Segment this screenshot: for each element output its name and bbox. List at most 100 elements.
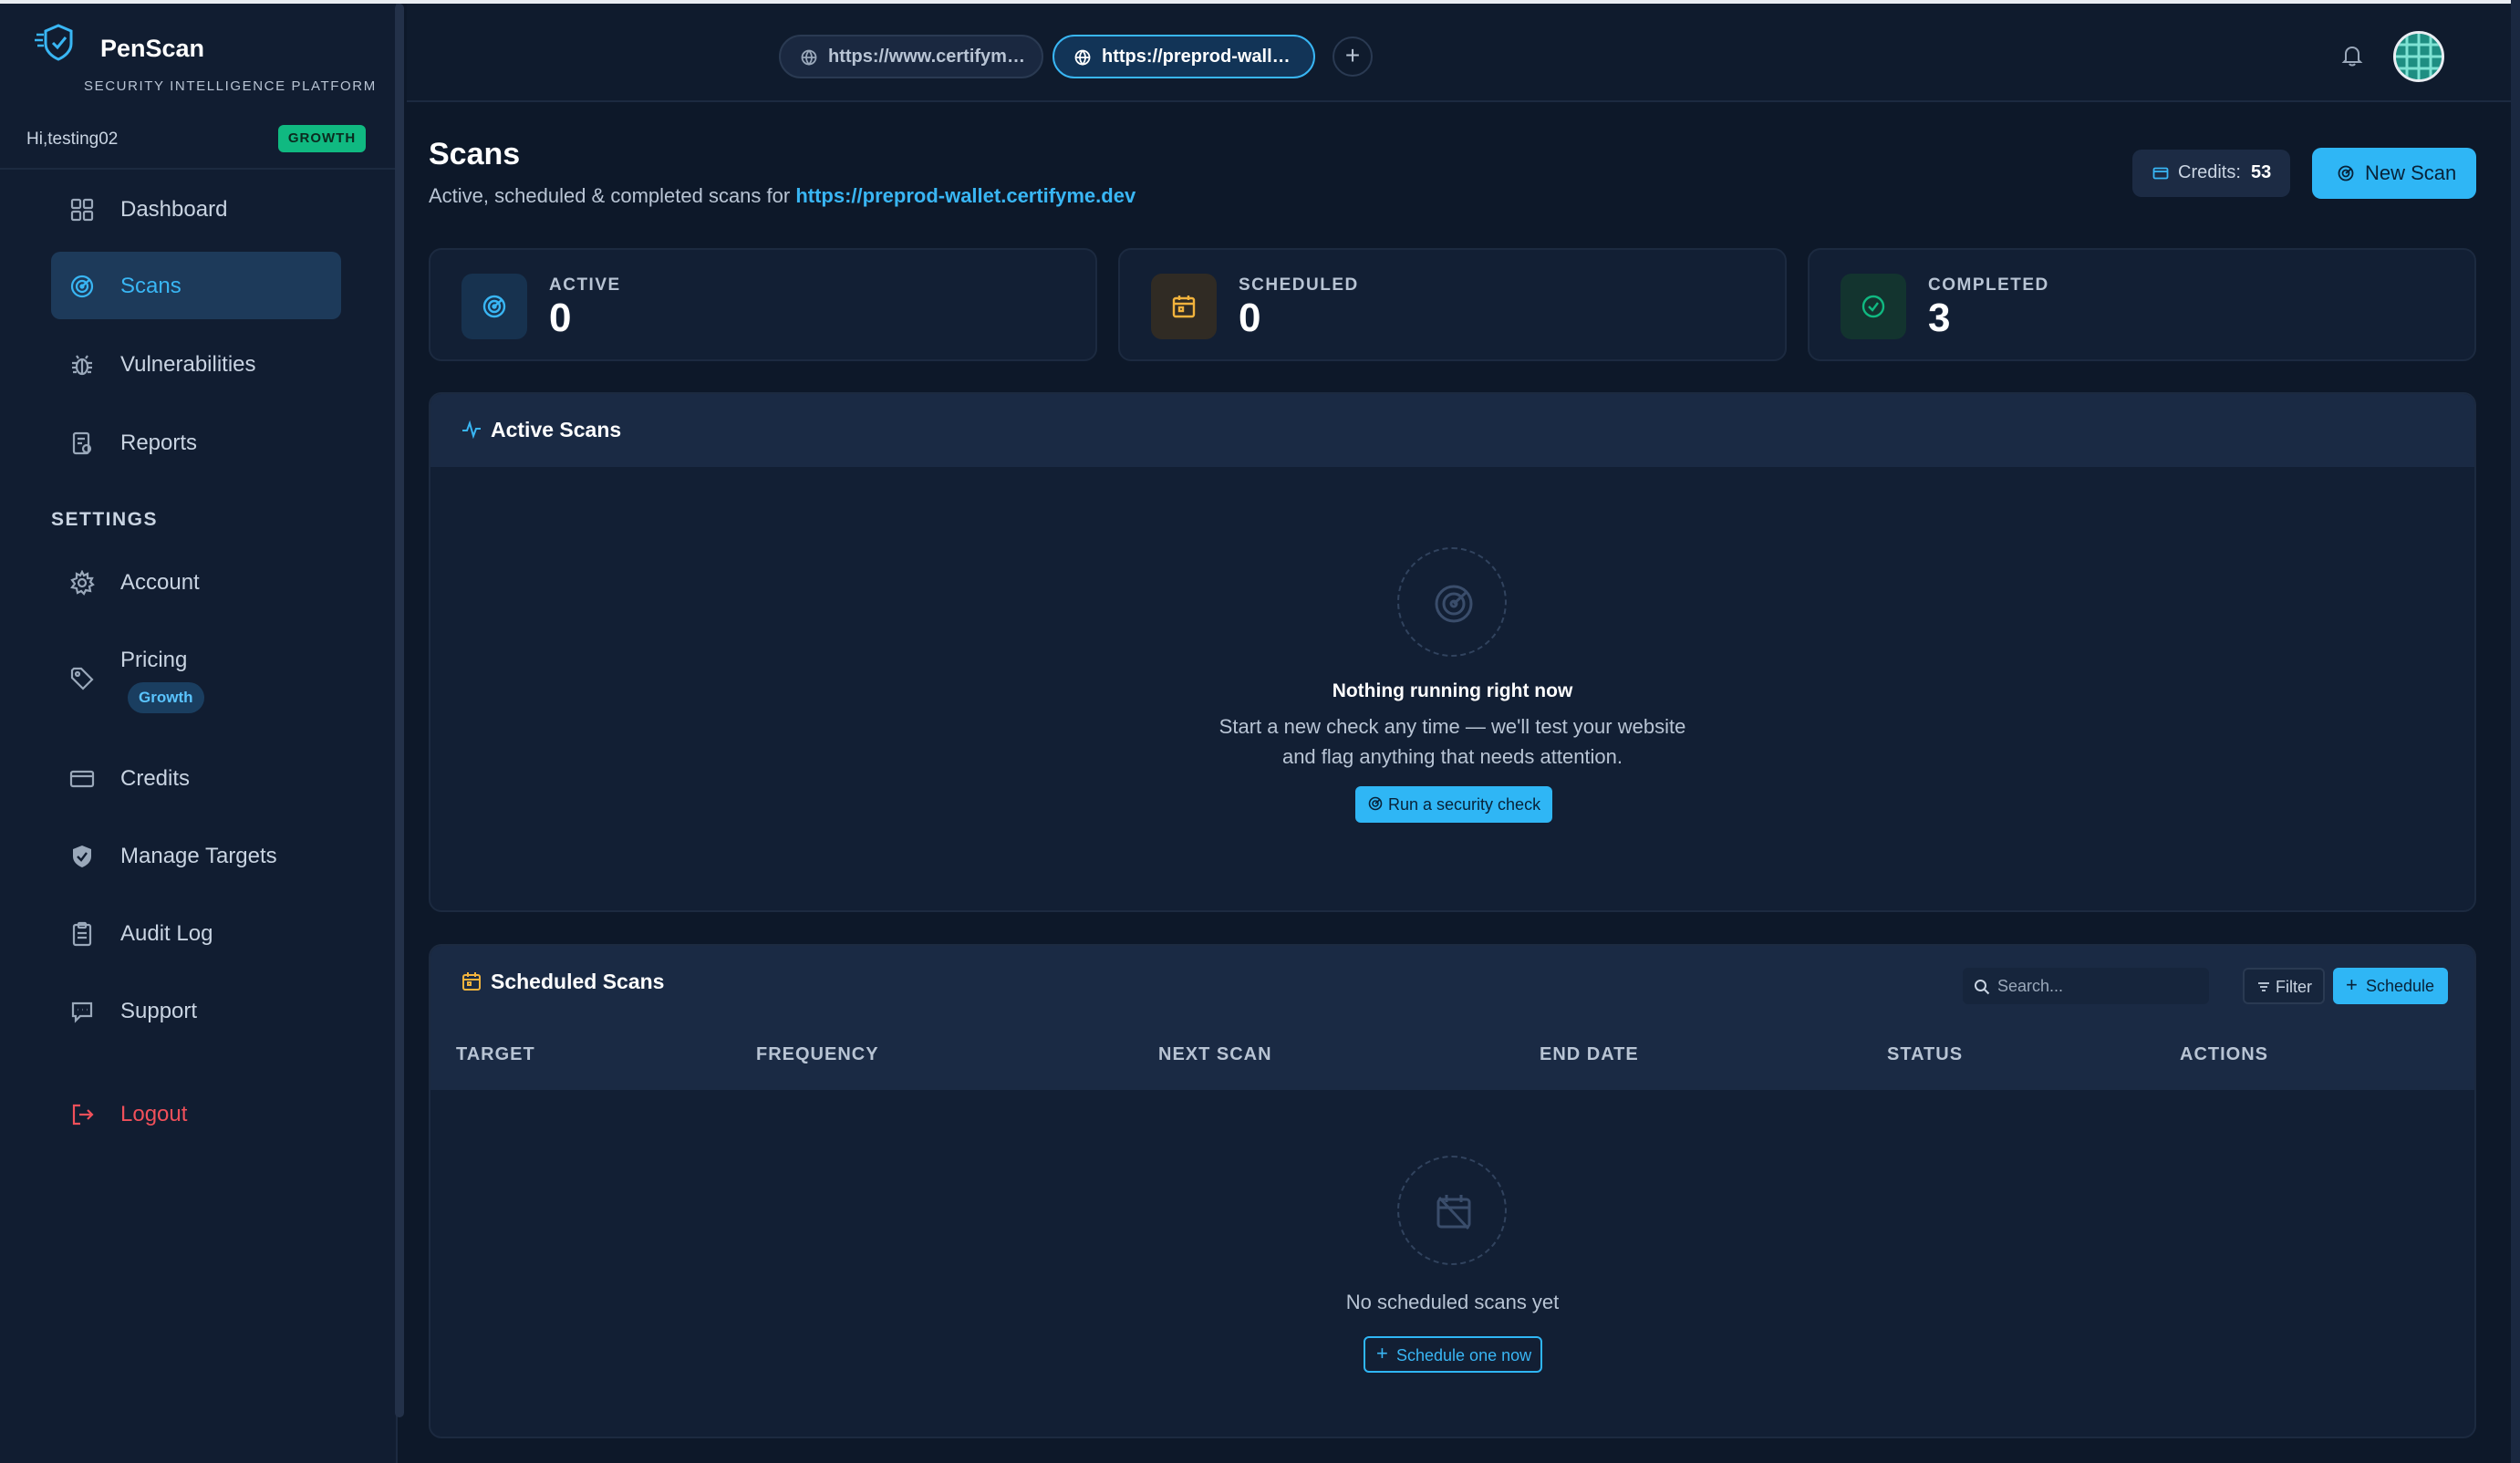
calendar-icon xyxy=(1172,296,1196,318)
schedule-button[interactable]: + Schedule xyxy=(2333,968,2448,1004)
column-header-actions: ACTIONS xyxy=(2180,1044,2268,1064)
sidebar-item-support[interactable]: Support xyxy=(51,977,341,1044)
empty-text-line-1: Start a new check any time — we'll test … xyxy=(1219,715,1686,738)
sidebar-item-account[interactable]: Account xyxy=(51,548,341,616)
filter-button[interactable]: Filter xyxy=(2243,968,2325,1004)
filter-icon xyxy=(2258,982,2269,991)
shield-icon xyxy=(73,846,91,867)
sidebar-item-label: Manage Targets xyxy=(120,844,277,868)
penscan-logo-icon xyxy=(35,24,73,61)
radar-icon xyxy=(482,295,506,318)
stat-card-active[interactable]: ACTIVE 0 xyxy=(429,248,1097,361)
search-input[interactable] xyxy=(1997,973,2198,999)
tab-label: https://preprod-wall… xyxy=(1102,47,1291,67)
schedule-one-now-label: Schedule one now xyxy=(1396,1346,1532,1364)
sidebar-scrollbar[interactable] xyxy=(395,4,404,1417)
schedule-one-now-button[interactable]: + Schedule one now xyxy=(1364,1336,1542,1373)
pricing-growth-badge: Growth xyxy=(128,682,204,713)
stat-label: SCHEDULED xyxy=(1239,275,1359,295)
run-security-check-label: Run a security check xyxy=(1388,795,1541,814)
user-greeting: Hi,testing02 xyxy=(26,130,119,149)
empty-state-circle xyxy=(1397,1156,1507,1265)
avatar[interactable] xyxy=(2393,31,2444,82)
stat-value: 3 xyxy=(1928,296,1951,340)
sidebar-item-vulnerabilities[interactable]: Vulnerabilities xyxy=(51,330,341,398)
table-header: TARGET FREQUENCY NEXT SCAN END DATE STAT… xyxy=(430,1019,2474,1090)
search-icon xyxy=(1975,980,1990,995)
stat-label: COMPLETED xyxy=(1928,275,2049,295)
bell-icon[interactable] xyxy=(2340,44,2364,67)
empty-state-circle xyxy=(1397,547,1507,657)
sidebar-item-label: Scans xyxy=(120,274,181,298)
sidebar-item-audit-log[interactable]: Audit Log xyxy=(51,899,341,967)
new-scan-button[interactable]: New Scan xyxy=(2312,148,2476,199)
sidebar-item-manage-targets[interactable]: Manage Targets xyxy=(51,822,341,889)
logout-button[interactable]: Logout xyxy=(51,1080,341,1147)
target-url-link[interactable]: https://preprod-wallet.certifyme.dev xyxy=(795,184,1136,207)
tag-icon xyxy=(70,667,94,690)
check-circle-icon xyxy=(1861,295,1885,318)
credits-value: 53 xyxy=(2251,162,2272,182)
active-scans-panel: Active Scans Nothing running right now S… xyxy=(429,392,2476,912)
avatar-pattern-icon xyxy=(2396,34,2442,79)
stat-value: 0 xyxy=(549,296,572,340)
clipboard-icon xyxy=(72,921,92,947)
stat-card-scheduled[interactable]: SCHEDULED 0 xyxy=(1118,248,1787,361)
add-target-button[interactable]: + xyxy=(1333,36,1373,77)
run-security-check-button[interactable]: Run a security check xyxy=(1355,786,1552,823)
calendar-icon xyxy=(462,972,481,991)
globe-icon xyxy=(1074,49,1091,66)
sidebar: PenScan SECURITY INTELLIGENCE PLATFORM H… xyxy=(0,4,398,1463)
target-tab-active[interactable]: https://preprod-wall… xyxy=(1053,35,1315,78)
sidebar-item-label: Pricing xyxy=(120,648,188,672)
main-scrollbar[interactable] xyxy=(2511,0,2520,1463)
stat-icon-box xyxy=(1841,274,1906,339)
tab-label: https://www.certifym… xyxy=(828,47,1025,67)
credits-chip[interactable]: Credits: 53 xyxy=(2132,150,2290,197)
column-header-end-date[interactable]: END DATE xyxy=(1540,1044,1639,1065)
settings-heading: SETTINGS xyxy=(51,509,159,530)
user-row: Hi,testing02 GROWTH xyxy=(0,122,396,170)
sidebar-item-scans[interactable]: Scans xyxy=(51,252,341,319)
empty-text: No scheduled scans yet xyxy=(1345,1291,1560,1313)
radar-icon xyxy=(70,275,94,298)
stat-icon-box xyxy=(461,274,527,339)
gear-icon xyxy=(70,570,95,596)
sidebar-item-label: Vulnerabilities xyxy=(120,352,256,377)
radar-icon xyxy=(1368,796,1383,811)
logout-icon xyxy=(72,1104,94,1126)
globe-icon xyxy=(801,49,817,66)
column-header-next-scan[interactable]: NEXT SCAN xyxy=(1158,1044,1272,1065)
column-header-frequency[interactable]: FREQUENCY xyxy=(756,1044,879,1065)
target-tab[interactable]: https://www.certifym… xyxy=(779,35,1043,78)
activity-icon xyxy=(462,420,481,440)
page-subtitle-text: Active, scheduled & completed scans for xyxy=(429,184,796,207)
panel-title: Active Scans xyxy=(491,418,622,441)
calendar-off-icon xyxy=(1436,1195,1471,1230)
sidebar-item-reports[interactable]: Reports xyxy=(51,409,341,476)
sidebar-item-label: Account xyxy=(120,570,200,595)
sidebar-item-label: Dashboard xyxy=(120,197,228,222)
stat-icon-box xyxy=(1151,274,1217,339)
panel-header: Scheduled Scans Filter + Schedule xyxy=(430,946,2474,1019)
sidebar-item-pricing[interactable]: Pricing Growth xyxy=(51,626,341,724)
credit-card-icon xyxy=(2152,167,2169,180)
column-header-status[interactable]: STATUS xyxy=(1887,1044,1963,1065)
plan-badge: GROWTH xyxy=(278,125,366,152)
top-bar: https://www.certifym… https://preprod-wa… xyxy=(407,4,2520,102)
brand-name: PenScan xyxy=(100,35,205,62)
new-scan-label: New Scan xyxy=(2365,161,2457,184)
brand-subtitle: SECURITY INTELLIGENCE PLATFORM xyxy=(84,78,377,94)
empty-title: Nothing running right now xyxy=(1332,680,1573,701)
sidebar-item-label: Reports xyxy=(120,431,198,455)
search-box[interactable] xyxy=(1963,968,2209,1004)
stat-card-completed[interactable]: COMPLETED 3 xyxy=(1808,248,2476,361)
sidebar-item-label: Support xyxy=(120,999,198,1023)
empty-text-line-2: and flag anything that needs attention. xyxy=(1281,745,1623,768)
sidebar-item-dashboard[interactable]: Dashboard xyxy=(51,175,341,243)
stat-value: 0 xyxy=(1239,296,1261,340)
sidebar-item-credits[interactable]: Credits xyxy=(51,744,341,812)
page-title: Scans xyxy=(429,137,521,171)
grid-icon xyxy=(70,198,94,222)
column-header-target[interactable]: TARGET xyxy=(456,1044,535,1065)
